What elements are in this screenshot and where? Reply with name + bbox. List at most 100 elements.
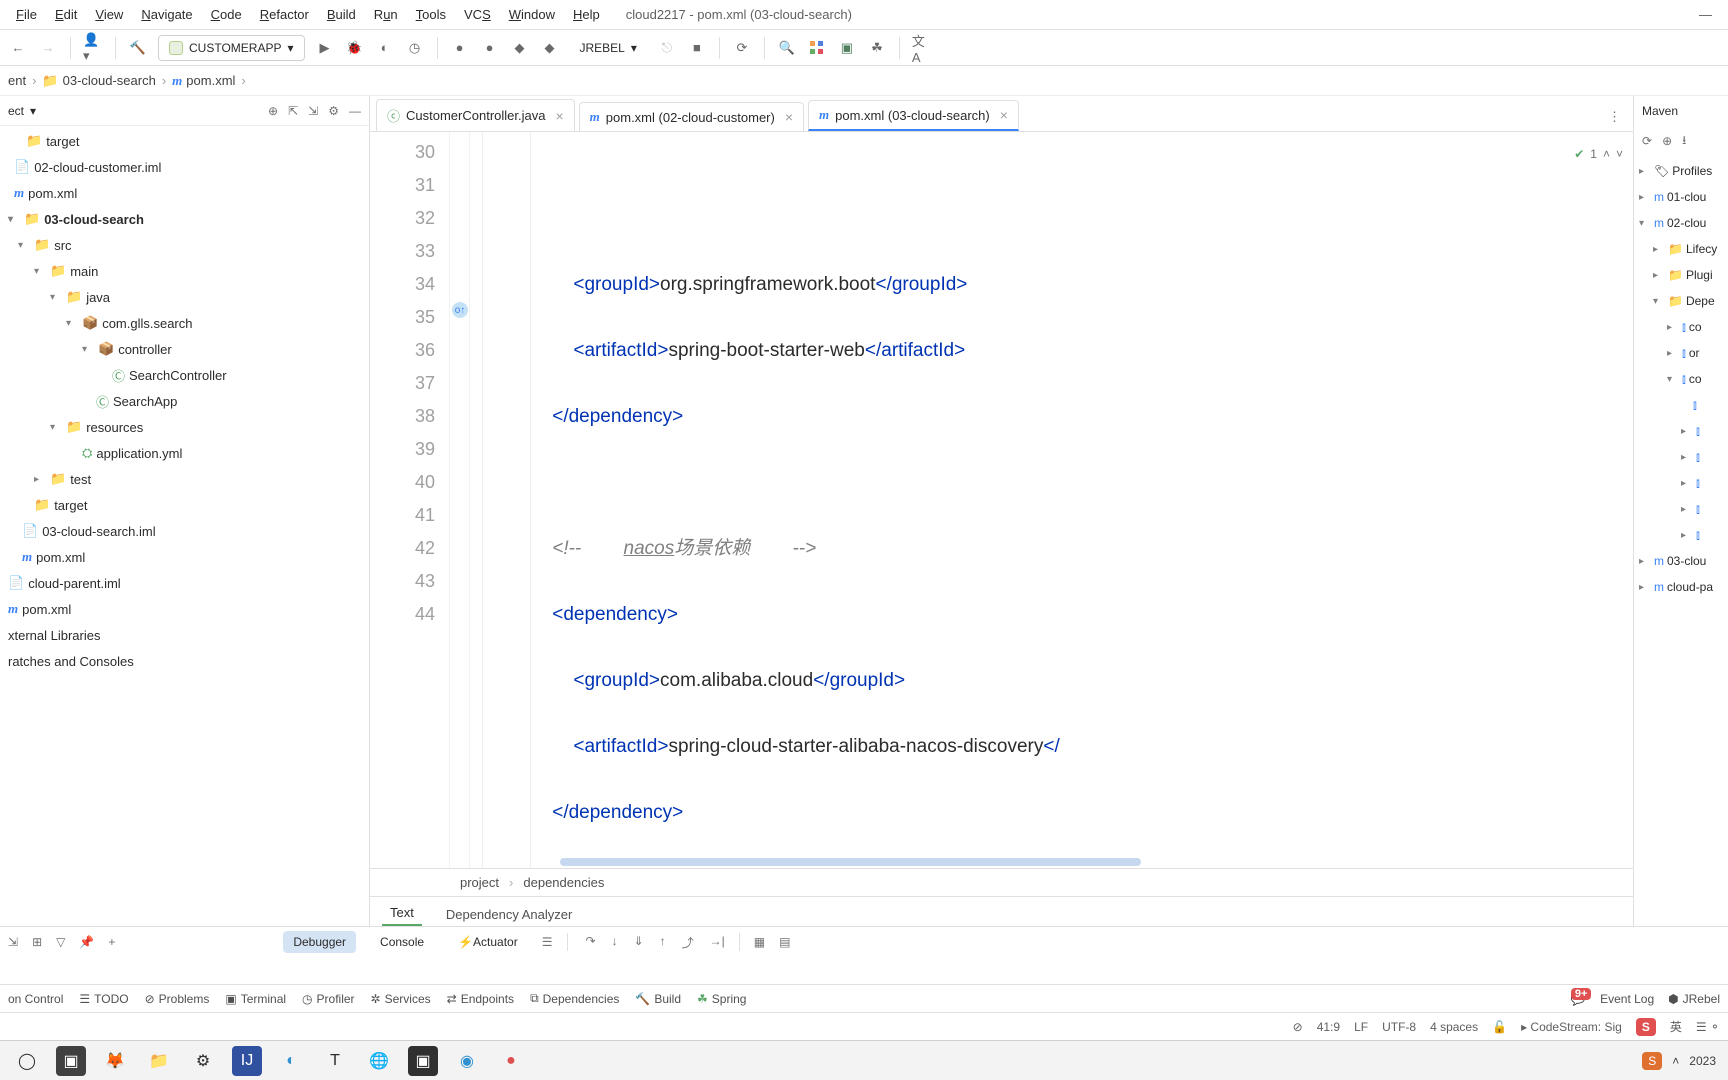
- hide-icon[interactable]: —: [349, 104, 361, 118]
- run-config-combo[interactable]: CUSTOMERAPP ▾: [158, 35, 305, 61]
- task-view-icon[interactable]: ▣: [56, 1046, 86, 1076]
- intellij-icon[interactable]: IJ: [232, 1046, 262, 1076]
- crumb-3[interactable]: mpom.xml: [172, 73, 235, 89]
- step-into-icon[interactable]: ↓: [612, 934, 618, 951]
- app-1-icon[interactable]: ⚙: [188, 1046, 218, 1076]
- event-log-button[interactable]: 💬9+ Event Log: [1570, 992, 1654, 1006]
- ime-badge[interactable]: S: [1636, 1018, 1656, 1036]
- tree-resources[interactable]: resources: [86, 420, 143, 435]
- user-icon[interactable]: 👤▾: [83, 38, 103, 58]
- debugger-tab[interactable]: Debugger: [283, 931, 356, 953]
- cmd-icon[interactable]: ▣: [408, 1046, 438, 1076]
- menu-build[interactable]: Build: [319, 3, 364, 26]
- add-icon[interactable]: +: [108, 935, 115, 949]
- debug-icon[interactable]: 🐞: [345, 38, 365, 58]
- version-control-button[interactable]: on Control: [8, 992, 63, 1006]
- line-sep[interactable]: LF: [1354, 1020, 1368, 1034]
- tree-extlib[interactable]: xternal Libraries: [8, 628, 101, 643]
- chevron-down-icon[interactable]: ▾: [30, 104, 36, 118]
- cursor-pos[interactable]: 41:9: [1317, 1020, 1340, 1034]
- leaf-icon[interactable]: ☘: [867, 38, 887, 58]
- build-button[interactable]: 🔨 Build: [635, 992, 681, 1006]
- maven-03[interactable]: 03-clou: [1667, 554, 1706, 568]
- crumb-project[interactable]: project: [460, 875, 499, 890]
- spring-button[interactable]: ☘ Spring: [697, 992, 746, 1006]
- jrebel-button[interactable]: ⬢ JRebel: [1668, 992, 1720, 1006]
- download-icon[interactable]: ⭳: [1682, 131, 1686, 152]
- maven-profiles[interactable]: Profiles: [1672, 164, 1712, 178]
- tab-pom-03[interactable]: mpom.xml (03-cloud-search)×: [808, 100, 1019, 131]
- tree-scratch[interactable]: ratches and Consoles: [8, 654, 134, 669]
- maven-02[interactable]: 02-clou: [1667, 216, 1706, 230]
- actuator-tab[interactable]: ⚡Actuator: [448, 931, 528, 953]
- translate-icon[interactable]: 文A: [912, 38, 932, 58]
- project-tree[interactable]: 📁target 📄02-cloud-customer.iml mpom.xml …: [0, 126, 369, 926]
- maven-lifecycle[interactable]: Lifecy: [1686, 242, 1717, 256]
- tray-wps-icon[interactable]: S: [1642, 1052, 1662, 1070]
- rec-icon[interactable]: ●: [496, 1046, 526, 1076]
- maven-dep-3[interactable]: co: [1689, 372, 1702, 386]
- crumb-deps[interactable]: dependencies: [523, 875, 604, 890]
- jrebel-ico-3[interactable]: ◆: [510, 38, 530, 58]
- nav-back-icon[interactable]: ←: [8, 38, 28, 58]
- line-gutter[interactable]: 303132333435363738394041424344: [370, 132, 450, 868]
- project-label[interactable]: ect: [8, 104, 24, 118]
- dependencies-button[interactable]: ⧉ Dependencies: [530, 991, 619, 1006]
- files-icon[interactable]: 📁: [144, 1046, 174, 1076]
- tab-pom-02[interactable]: mpom.xml (02-cloud-customer)×: [579, 102, 804, 131]
- close-icon[interactable]: ×: [1000, 107, 1008, 123]
- tree-pom[interactable]: pom.xml: [28, 186, 77, 201]
- threads-icon[interactable]: ☰: [542, 935, 553, 949]
- browser-icon[interactable]: ◐: [276, 1046, 306, 1076]
- stop-icon[interactable]: ■: [687, 38, 707, 58]
- ime-lang[interactable]: 英: [1670, 1018, 1682, 1035]
- tree-appyml[interactable]: application.yml: [96, 446, 182, 461]
- db-icon[interactable]: ▣: [837, 38, 857, 58]
- firefox-icon[interactable]: 🦊: [100, 1046, 130, 1076]
- collapse-icon[interactable]: ⇲: [308, 104, 318, 118]
- step-out-icon[interactable]: ↑: [660, 934, 666, 951]
- maven-01[interactable]: 01-clou: [1667, 190, 1706, 204]
- tab-dependency-analyzer[interactable]: Dependency Analyzer: [438, 903, 580, 926]
- tree-searchapp[interactable]: SearchApp: [113, 394, 177, 409]
- jrebel-ico-4[interactable]: ◆: [540, 38, 560, 58]
- update-icon[interactable]: ⟳: [732, 38, 752, 58]
- nav-forward-icon[interactable]: →: [38, 38, 58, 58]
- edge-icon[interactable]: ◉: [452, 1046, 482, 1076]
- menu-edit[interactable]: Edit: [47, 3, 85, 26]
- endpoints-button[interactable]: ⇄ Endpoints: [447, 992, 514, 1006]
- profiler-button[interactable]: ◷ Profiler: [302, 992, 355, 1006]
- indent[interactable]: 4 spaces: [1430, 1020, 1478, 1034]
- drop-frame-icon[interactable]: ⤴: [682, 934, 694, 951]
- trace-icon[interactable]: ▤: [779, 935, 790, 949]
- evaluate-icon[interactable]: ▦: [754, 935, 765, 949]
- maven-dep-2[interactable]: or: [1689, 346, 1700, 360]
- maven-deps[interactable]: Depe: [1686, 294, 1715, 308]
- menu-help[interactable]: Help: [565, 3, 608, 26]
- tree-module-03[interactable]: 03-cloud-search: [44, 212, 144, 227]
- profiler-icon[interactable]: ◷: [405, 38, 425, 58]
- jrebel-ico-1[interactable]: ●: [450, 38, 470, 58]
- problems-widget[interactable]: ✔1˄˅: [1574, 138, 1623, 171]
- override-icon[interactable]: o↑: [452, 302, 468, 318]
- maven-plugins[interactable]: Plugi: [1686, 268, 1713, 282]
- menu-file[interactable]: File: [8, 3, 45, 26]
- tree-pom2[interactable]: pom.xml: [36, 550, 85, 565]
- restore-layout-icon[interactable]: ⇲: [8, 935, 18, 949]
- menu-refactor[interactable]: Refactor: [252, 3, 317, 26]
- tree-java[interactable]: java: [86, 290, 110, 305]
- tree-iml[interactable]: 02-cloud-customer.iml: [34, 160, 161, 175]
- reload-icon[interactable]: ⟳: [1642, 134, 1652, 148]
- hammer-icon[interactable]: 🔨: [128, 38, 148, 58]
- problems-button[interactable]: ⊘ Problems: [145, 992, 210, 1006]
- menu-view[interactable]: View: [87, 3, 131, 26]
- menu-vcs[interactable]: VCS: [456, 3, 499, 26]
- minimize-icon[interactable]: —: [1699, 7, 1712, 22]
- attach-icon[interactable]: ⎋: [657, 38, 677, 58]
- editor-content[interactable]: ✔1˄˅ <groupId>org.springframework.boot</…: [470, 132, 1633, 868]
- maven-parent[interactable]: cloud-pa: [1667, 580, 1713, 594]
- globe-icon[interactable]: 🌐: [364, 1046, 394, 1076]
- tree-pom3[interactable]: pom.xml: [22, 602, 71, 617]
- menu-navigate[interactable]: Navigate: [133, 3, 200, 26]
- run-to-cursor-icon[interactable]: →|: [710, 934, 725, 951]
